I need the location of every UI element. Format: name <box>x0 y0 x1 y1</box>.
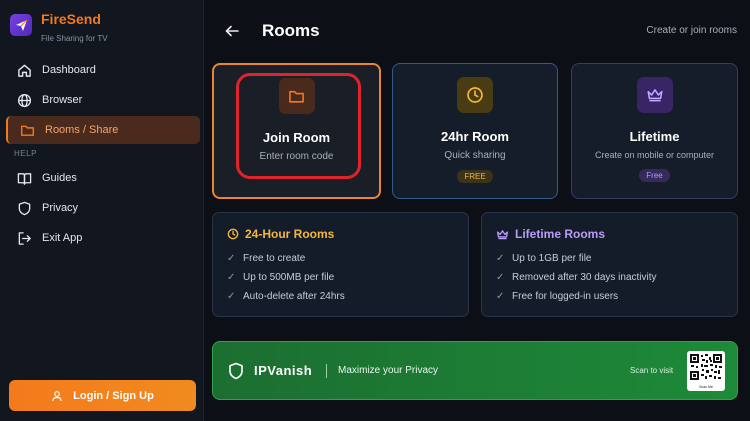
panel-header: 24-Hour Rooms <box>227 227 468 241</box>
page-subtitle: Create or join rooms <box>646 25 737 36</box>
feature-text: Free to create <box>243 253 306 264</box>
sidebar-item-guides[interactable]: Guides <box>6 164 200 192</box>
exit-icon <box>15 229 33 247</box>
card-description: Enter room code <box>259 151 334 162</box>
check-icon: ✓ <box>227 291 236 302</box>
feature-text: Removed after 30 days inactivity <box>512 272 657 283</box>
check-icon: ✓ <box>496 272 505 283</box>
sidebar-item-exit-app[interactable]: Exit App <box>6 224 200 252</box>
join-room-card[interactable]: Join Room Enter room code <box>212 63 381 199</box>
qr-caption: Scan Me <box>699 385 713 389</box>
sidebar-item-label: Guides <box>42 172 77 184</box>
feature-item: ✓ Free to create <box>227 249 468 268</box>
feature-text: Auto-delete after 24hrs <box>243 291 345 302</box>
divider <box>326 364 327 378</box>
ipvanish-ad-banner[interactable]: IPVanish Maximize your Privacy Scan to v… <box>212 341 738 400</box>
sidebar: FireSend File Sharing for TV Dashboard B… <box>0 0 204 421</box>
book-icon <box>15 169 33 187</box>
logo-icon <box>10 14 32 36</box>
feature-item: ✓ Auto-delete after 24hrs <box>227 287 468 306</box>
check-icon: ✓ <box>227 272 236 283</box>
lifetime-rooms-panel: Lifetime Rooms ✓ Up to 1GB per file ✓ Remo… <box>481 212 738 317</box>
sidebar-item-browser[interactable]: Browser <box>6 86 200 114</box>
card-title: Lifetime <box>629 129 680 144</box>
app-name: FireSend <box>41 11 101 27</box>
brand: FireSend File Sharing for TV <box>10 10 108 43</box>
feature-text: Free for logged-in users <box>512 291 619 302</box>
24hr-rooms-panel: 24-Hour Rooms ✓ Free to create ✓ Up to 500… <box>212 212 469 317</box>
feature-item: ✓ Free for logged-in users <box>496 287 737 306</box>
crown-icon <box>636 77 673 113</box>
sidebar-item-privacy[interactable]: Privacy <box>6 194 200 222</box>
shield-check-icon <box>228 362 244 380</box>
sidebar-item-rooms-share[interactable]: Rooms / Share <box>6 116 200 144</box>
clock-icon <box>457 77 493 113</box>
clock-icon <box>227 228 239 240</box>
app-tagline: File Sharing for TV <box>41 34 108 43</box>
free-badge: Free <box>639 169 670 182</box>
shield-icon <box>15 199 33 217</box>
qr-code: Scan Me <box>687 351 725 391</box>
user-icon <box>51 390 63 402</box>
check-icon: ✓ <box>496 291 505 302</box>
lifetime-card[interactable]: Lifetime Create on mobile or computer Fr… <box>571 63 738 199</box>
back-button[interactable] <box>222 21 242 41</box>
panel-header: Lifetime Rooms <box>496 227 737 241</box>
arrow-left-icon <box>224 23 240 39</box>
feature-item: ✓ Removed after 30 days inactivity <box>496 268 737 287</box>
24hr-room-card[interactable]: 24hr Room Quick sharing FREE <box>392 63 558 199</box>
sidebar-item-label: Browser <box>42 94 83 106</box>
login-button-label: Login / Sign Up <box>73 389 154 402</box>
login-signup-button[interactable]: Login / Sign Up <box>9 380 196 411</box>
sidebar-item-dashboard[interactable]: Dashboard <box>6 56 200 84</box>
home-icon <box>15 61 33 79</box>
card-description: Quick sharing <box>444 150 506 161</box>
panel-title: Lifetime Rooms <box>515 227 606 241</box>
free-badge: FREE <box>457 170 493 183</box>
page-title: Rooms <box>262 21 320 40</box>
ad-brand: IPVanish <box>254 363 313 378</box>
feature-item: ✓ Up to 500MB per file <box>227 268 468 287</box>
folder-icon <box>18 121 36 139</box>
scan-to-visit-label: Scan to visit <box>630 366 674 375</box>
sidebar-item-label: Dashboard <box>42 64 96 76</box>
card-description: Create on mobile or computer <box>594 150 715 160</box>
sidebar-nav: Dashboard Browser Rooms / Share HELP Gui… <box>6 56 200 254</box>
panel-title: 24-Hour Rooms <box>245 227 335 241</box>
feature-text: Up to 1GB per file <box>512 253 592 264</box>
sidebar-item-label: Rooms / Share <box>45 124 119 136</box>
check-icon: ✓ <box>227 253 236 264</box>
card-title: Join Room <box>262 130 331 145</box>
sidebar-item-label: Privacy <box>42 202 79 214</box>
feature-text: Up to 500MB per file <box>243 272 335 283</box>
sidebar-item-label: Exit App <box>42 232 83 244</box>
help-section-label: HELP <box>14 149 37 158</box>
card-title: 24hr Room <box>441 129 509 144</box>
folder-icon <box>278 78 315 114</box>
globe-icon <box>15 91 33 109</box>
check-icon: ✓ <box>496 253 505 264</box>
ad-tagline: Maximize your Privacy <box>338 365 439 376</box>
feature-item: ✓ Up to 1GB per file <box>496 249 737 268</box>
crown-icon <box>496 228 509 241</box>
